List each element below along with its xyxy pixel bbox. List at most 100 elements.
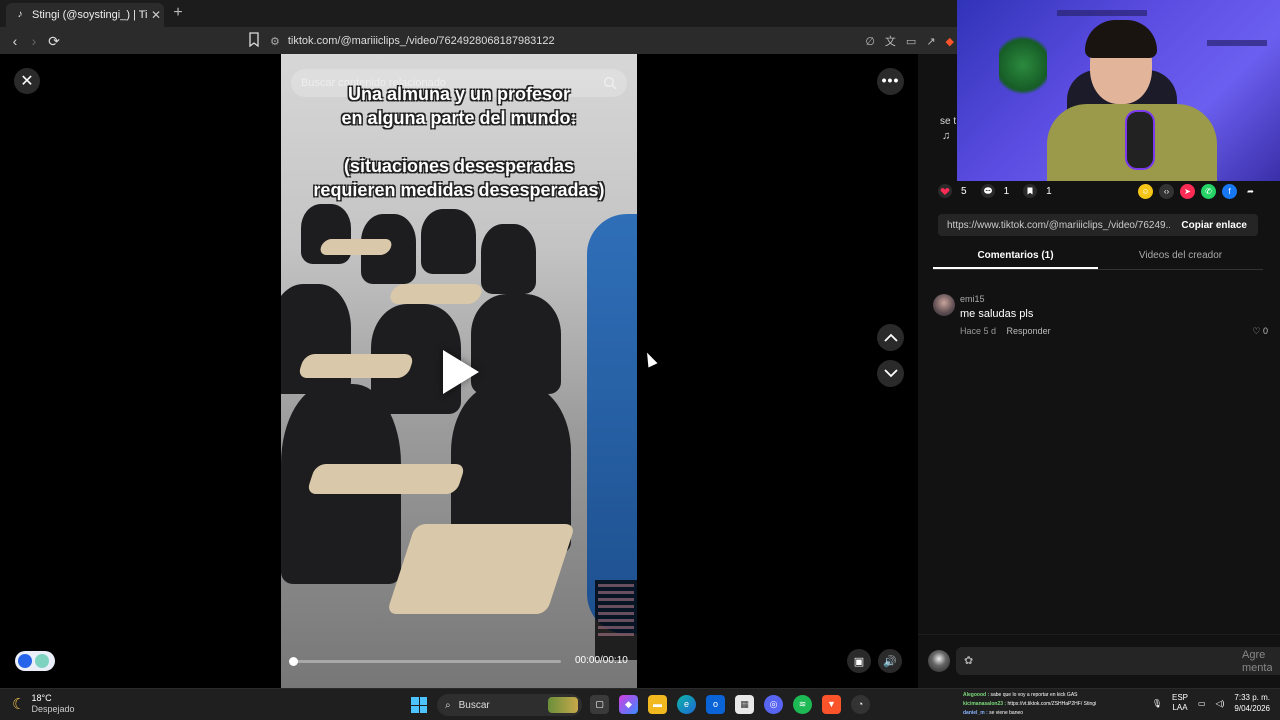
comment-button[interactable]: 1 xyxy=(980,184,1010,198)
avatar[interactable] xyxy=(933,294,955,316)
m365-icon[interactable]: ◆ xyxy=(619,695,638,714)
video-caption-bottom: (situaciones desesperadas requieren medi… xyxy=(281,154,637,202)
search-highlight-image xyxy=(548,697,578,713)
tab-comments[interactable]: Comentarios (1) xyxy=(933,242,1098,269)
clock-time: 7:33 p. m. xyxy=(1234,693,1270,702)
address-bar[interactable]: ⚙ tiktok.com/@mariiiclips_/video/7624928… xyxy=(270,30,960,52)
task-view-icon[interactable]: ▢ xyxy=(590,695,609,714)
pip-icon: ▣ xyxy=(853,655,865,668)
caption-line: (situaciones desesperadas xyxy=(343,156,575,176)
video-time: 00:00/00:10 xyxy=(575,655,628,666)
video-player[interactable]: Buscar contenido relacionado Una almuna … xyxy=(281,54,637,688)
weather-condition: Despejado xyxy=(31,704,75,714)
edge-icon[interactable]: e xyxy=(677,695,696,714)
webcam-overlay xyxy=(957,0,1280,181)
like-button[interactable]: 5 xyxy=(938,184,967,198)
reload-icon[interactable]: ⟳ xyxy=(44,31,64,51)
webcam-plant xyxy=(999,30,1047,100)
close-icon: ✕ xyxy=(20,73,34,90)
video-progress-handle[interactable] xyxy=(289,657,298,666)
picture-in-picture-button[interactable]: ▣ xyxy=(847,649,871,673)
video-scene-desk-top xyxy=(386,524,576,614)
next-video-button[interactable] xyxy=(877,360,904,387)
more-options-button[interactable]: ••• xyxy=(877,68,904,95)
search-icon: ⌕ xyxy=(445,699,451,711)
caption-line: requieren medidas desesperadas) xyxy=(313,180,605,200)
moon-icon: ☾ xyxy=(12,696,26,713)
music-note-icon: ♫ xyxy=(942,130,951,142)
discord-icon[interactable]: ◎ xyxy=(764,695,783,714)
volume-button[interactable]: 🔊 xyxy=(878,649,902,673)
back-icon[interactable]: ‹ xyxy=(5,31,25,51)
taskbar-apps: ▢ ◆ ▬ e o ▦ ◎ ≋ ▼ ◔ xyxy=(590,695,870,714)
facebook-icon[interactable]: f xyxy=(1222,184,1237,199)
send-icon[interactable]: ➤ xyxy=(1180,184,1195,199)
comment-compose: ✿ Agre menta xyxy=(918,634,1280,688)
tab-close-icon[interactable]: ✕ xyxy=(148,8,164,22)
screen-icon[interactable]: ▭ xyxy=(906,35,916,48)
store-icon[interactable]: ▦ xyxy=(735,695,754,714)
video-link[interactable]: https://www.tiktok.com/@mariiiclips_/vid… xyxy=(938,220,1170,231)
file-explorer-icon[interactable]: ▬ xyxy=(648,695,667,714)
video-scene-desk-top xyxy=(318,239,394,255)
outlook-icon[interactable]: o xyxy=(706,695,725,714)
avatar xyxy=(928,650,950,672)
taskbar-search-label: Buscar xyxy=(458,699,490,711)
taskbar-search[interactable]: ⌕ Buscar xyxy=(437,694,582,716)
previous-video-button[interactable] xyxy=(877,324,904,351)
comment-count: 1 xyxy=(1003,185,1010,197)
chat-user: Alegoood : xyxy=(963,692,990,698)
close-viewer-button[interactable]: ✕ xyxy=(14,68,40,94)
brave-icon[interactable]: ▼ xyxy=(822,695,841,714)
comment-username[interactable]: emi15 xyxy=(960,294,985,304)
mouse-cursor xyxy=(642,350,658,368)
extension-icon xyxy=(18,654,32,668)
language-indicator[interactable]: ESP LAA xyxy=(1172,693,1188,713)
reply-button[interactable]: Responder xyxy=(1007,326,1051,336)
chat-message: se viene baneo xyxy=(989,710,1024,716)
brave-shield-icon[interactable]: ◆ xyxy=(946,35,954,48)
clock[interactable]: 7:33 p. m. 9/04/2026 xyxy=(1234,692,1270,714)
share-icon[interactable]: ↗ xyxy=(926,35,935,48)
embed-icon[interactable]: ‹› xyxy=(1159,184,1174,199)
spotify-icon[interactable]: ≋ xyxy=(793,695,812,714)
forward-icon[interactable]: › xyxy=(24,31,44,51)
whatsapp-icon[interactable]: ✆ xyxy=(1201,184,1216,199)
copy-link-button[interactable]: Copiar enlace xyxy=(1170,220,1258,231)
site-info-icon[interactable]: ⚙ xyxy=(270,35,280,48)
bookmark-icon[interactable] xyxy=(248,32,260,47)
browser-tab[interactable]: ♪ Stingi (@soystingi_) | TikTok ✕ xyxy=(6,3,164,27)
video-progress-bar[interactable] xyxy=(289,657,561,666)
chevron-up-icon xyxy=(883,333,898,342)
video-link-box: https://www.tiktok.com/@mariiiclips_/vid… xyxy=(938,214,1258,236)
video-scene-desk-top xyxy=(387,284,485,304)
extension-badge[interactable] xyxy=(15,651,55,671)
sticker-icon[interactable]: ✿ xyxy=(964,655,973,667)
panel-tabs: Comentarios (1) Videos del creador xyxy=(933,242,1263,270)
video-scene-desk xyxy=(471,294,561,394)
chat-user: kicimanasalon23 : xyxy=(963,701,1007,707)
save-button[interactable]: 1 xyxy=(1023,184,1052,198)
play-icon[interactable] xyxy=(443,350,479,394)
chat-message-extra: Stingi xyxy=(1083,701,1097,707)
stream-chat-ticker: Alegoood : sabe que lo voy a reportar en… xyxy=(963,691,1143,718)
comment-like-button[interactable]: ♡ 0 xyxy=(1252,326,1268,337)
comment-input-hint: Agre menta xyxy=(1242,649,1272,674)
app-icon[interactable]: ◔ xyxy=(851,695,870,714)
microphone-icon[interactable]: 🎙 xyxy=(1152,699,1162,708)
no-media-icon[interactable]: ∅ xyxy=(865,35,875,48)
new-tab-button[interactable]: + xyxy=(170,4,186,22)
gift-icon[interactable]: ☺ xyxy=(1138,184,1153,199)
webcam-shelf xyxy=(1207,40,1267,46)
windows-start-icon[interactable] xyxy=(411,697,427,713)
comment-input[interactable]: ✿ xyxy=(956,647,1280,675)
translate-icon[interactable]: 文 xyxy=(885,33,896,49)
display-icon[interactable]: ▭ xyxy=(1198,699,1206,708)
url-text: tiktok.com/@mariiiclips_/video/762492806… xyxy=(287,35,555,47)
share-arrow-icon[interactable]: ➦ xyxy=(1243,184,1258,199)
speaker-icon[interactable]: ◁) xyxy=(1216,699,1225,708)
weather-widget[interactable]: ☾ 18°C Despejado xyxy=(12,693,74,715)
chevron-down-icon xyxy=(883,369,898,378)
chat-message: https://vt.tiktok.com/ZSHHaP2HF/ xyxy=(1007,701,1083,707)
tab-creator-videos[interactable]: Videos del creador xyxy=(1098,242,1263,269)
